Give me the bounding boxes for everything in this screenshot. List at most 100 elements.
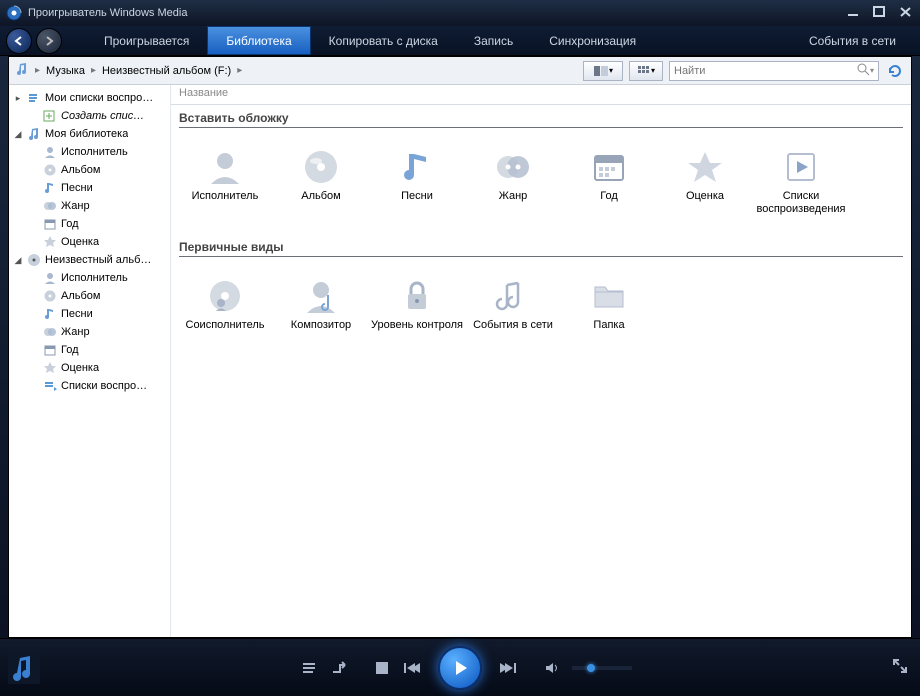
grid-coartist[interactable]: Соисполнитель — [179, 271, 271, 347]
search-icon[interactable] — [856, 62, 870, 79]
stop-button[interactable] — [372, 658, 392, 678]
tree-artist[interactable]: Исполнитель — [9, 143, 170, 161]
sidebar: ▸ Мои списки воспро… Создать спис… ◢ Моя… — [9, 85, 171, 637]
player-bar — [0, 638, 920, 696]
tab-rip[interactable]: Копировать с диска — [311, 26, 456, 55]
grid-songs[interactable]: Песни — [371, 142, 463, 218]
collapse-icon[interactable]: ◢ — [13, 129, 23, 140]
tab-now-playing[interactable]: Проигрывается — [86, 26, 207, 55]
tree-songs2[interactable]: Песни — [9, 305, 170, 323]
grid-rating[interactable]: Оценка — [659, 142, 751, 218]
grid-year[interactable]: Год — [563, 142, 655, 218]
search-input[interactable] — [674, 65, 856, 77]
breadcrumb-root[interactable]: Музыка — [46, 65, 85, 77]
genre-icon — [43, 199, 57, 213]
tree-artist2[interactable]: Исполнитель — [9, 269, 170, 287]
icons-view-button[interactable]: ▾ — [629, 61, 663, 81]
back-button[interactable] — [6, 28, 32, 54]
tree-unknown-album[interactable]: ◢ Неизвестный альб… — [9, 251, 170, 269]
year-icon — [43, 343, 57, 357]
artist-icon — [206, 148, 244, 186]
coartist-icon — [206, 277, 244, 315]
grid-composer[interactable]: Композитор — [275, 271, 367, 347]
close-button[interactable] — [898, 6, 914, 21]
tree-rating2[interactable]: Оценка — [9, 359, 170, 377]
chevron-icon[interactable]: ▸ — [237, 65, 242, 76]
grid-artist[interactable]: Исполнитель — [179, 142, 271, 218]
tree-genre2[interactable]: Жанр — [9, 323, 170, 341]
playlist-button[interactable] — [300, 658, 320, 678]
grid-folder[interactable]: Папка — [563, 271, 655, 347]
play-button[interactable] — [438, 646, 482, 690]
minimize-button[interactable] — [846, 6, 862, 21]
wmp-icon — [6, 5, 22, 21]
tab-online[interactable]: События в сети — [791, 26, 914, 55]
album-icon — [43, 289, 57, 303]
now-playing-art-icon[interactable] — [8, 652, 40, 684]
playlist-icon — [782, 148, 820, 186]
shuffle-button[interactable] — [330, 658, 350, 678]
tree-songs[interactable]: Песни — [9, 179, 170, 197]
tab-library[interactable]: Библиотека — [207, 26, 310, 55]
tree-my-library[interactable]: ◢ Моя библиотека — [9, 125, 170, 143]
album-icon — [302, 148, 340, 186]
breadcrumb-bar: ▸ Музыка ▸ Неизвестный альбом (F:) ▸ ▾ ▾… — [9, 57, 911, 85]
divider — [179, 127, 903, 128]
prev-button[interactable] — [402, 658, 422, 678]
online-icon — [494, 277, 532, 315]
divider — [179, 256, 903, 257]
tree-playlists2[interactable]: Списки воспро… — [9, 377, 170, 395]
window-title: Проигрыватель Windows Media — [28, 7, 187, 19]
collapse-icon[interactable]: ◢ — [13, 255, 23, 266]
forward-button[interactable] — [36, 28, 62, 54]
tree-year2[interactable]: Год — [9, 341, 170, 359]
grid-album[interactable]: Альбом — [275, 142, 367, 218]
library-icon — [27, 127, 41, 141]
new-playlist-icon — [43, 109, 57, 123]
rating-icon — [686, 148, 724, 186]
fullscreen-button[interactable] — [892, 658, 912, 678]
album-icon — [43, 163, 57, 177]
music-icon — [15, 62, 29, 79]
tree-rating[interactable]: Оценка — [9, 233, 170, 251]
folder-icon — [590, 277, 628, 315]
playlist-icon — [43, 379, 57, 393]
tree-album[interactable]: Альбом — [9, 161, 170, 179]
composer-icon — [302, 277, 340, 315]
songs-icon — [43, 181, 57, 195]
tree-album2[interactable]: Альбом — [9, 287, 170, 305]
section-insert-cover: Вставить обложку — [171, 105, 911, 127]
grid-genre[interactable]: Жанр — [467, 142, 559, 218]
layout-view-button[interactable]: ▾ — [583, 61, 623, 81]
search-box[interactable]: ▾ — [669, 61, 879, 81]
mute-button[interactable] — [542, 658, 562, 678]
songs-icon — [398, 148, 436, 186]
lock-icon — [398, 277, 436, 315]
refresh-button[interactable] — [885, 61, 905, 81]
grid-playlists[interactable]: Списки воспроизведения — [755, 142, 847, 218]
collapse-icon[interactable]: ▸ — [13, 93, 23, 104]
songs-icon — [43, 307, 57, 321]
column-header-name[interactable]: Название — [171, 85, 911, 105]
volume-slider[interactable] — [572, 666, 632, 670]
tree-genre[interactable]: Жанр — [9, 197, 170, 215]
navbar: Проигрывается Библиотека Копировать с ди… — [0, 26, 920, 56]
artist-icon — [43, 145, 57, 159]
tree-create-playlist[interactable]: Создать спис… — [9, 107, 170, 125]
genre-icon — [494, 148, 532, 186]
maximize-button[interactable] — [872, 6, 888, 21]
tree-year[interactable]: Год — [9, 215, 170, 233]
artist-icon — [43, 271, 57, 285]
chevron-icon[interactable]: ▸ — [35, 65, 40, 76]
breadcrumb-album[interactable]: Неизвестный альбом (F:) — [102, 65, 231, 77]
grid-parental[interactable]: Уровень контроля — [371, 271, 463, 347]
tab-sync[interactable]: Синхронизация — [531, 26, 654, 55]
chevron-icon[interactable]: ▸ — [91, 65, 96, 76]
rating-icon — [43, 235, 57, 249]
disc-icon — [27, 253, 41, 267]
tab-burn[interactable]: Запись — [456, 26, 531, 55]
next-button[interactable] — [498, 658, 518, 678]
volume-thumb[interactable] — [587, 664, 595, 672]
grid-online[interactable]: События в сети — [467, 271, 559, 347]
tree-playlists[interactable]: ▸ Мои списки воспро… — [9, 89, 170, 107]
